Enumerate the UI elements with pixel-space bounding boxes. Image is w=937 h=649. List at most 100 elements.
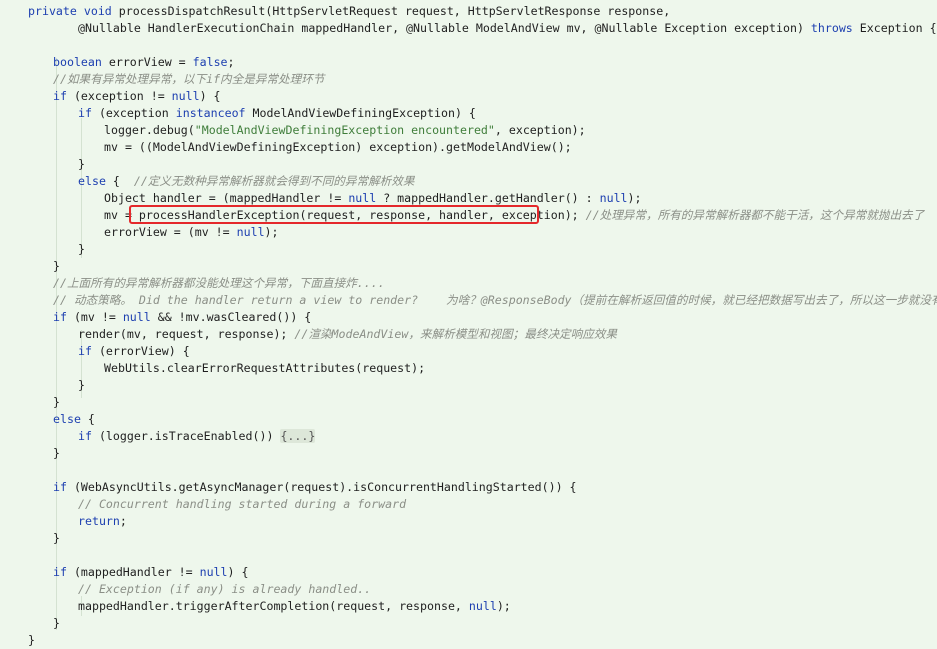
code-line: // 动态策略。 Did the handler return a view t…: [53, 292, 937, 309]
code-token: null: [468, 599, 497, 613]
code-token: if: [53, 89, 67, 103]
code-token: }: [53, 259, 60, 273]
code-line: return;: [78, 513, 127, 530]
code-token: // Exception (if any) is already handled…: [78, 582, 372, 596]
code-line: }: [28, 632, 35, 649]
code-token: && !mv.wasCleared()) {: [150, 310, 312, 324]
code-line: if (exception instanceof ModelAndViewDef…: [78, 105, 476, 122]
code-token: "ModelAndViewDefiningException encounter…: [194, 123, 495, 137]
code-token: {: [105, 174, 134, 188]
code-token: }: [78, 378, 85, 392]
code-line: }: [53, 445, 60, 462]
code-token: }: [78, 242, 85, 256]
code-editor[interactable]: private void processDispatchResult(HttpS…: [0, 0, 937, 649]
code-token: }: [53, 616, 60, 630]
code-token: else: [53, 412, 81, 426]
code-token: //渲染ModeAndView，来解析模型和视图；最终决定响应效果: [294, 327, 618, 341]
code-token: Exception {: [852, 21, 937, 35]
code-token: ModelAndViewDefiningException) {: [245, 106, 476, 120]
code-line: if (logger.isTraceEnabled()) {...}: [78, 428, 316, 445]
code-line: }: [78, 241, 85, 258]
code-line: if (WebAsyncUtils.getAsyncManager(reques…: [53, 479, 577, 496]
code-token: false: [192, 55, 228, 69]
code-token: //处理异常，所有的异常解析器都不能干活，这个异常就抛出去了: [585, 208, 925, 222]
code-token: processHandlerException(request, respons…: [138, 208, 579, 222]
code-token: , exception);: [494, 123, 586, 137]
code-token: if: [53, 565, 67, 579]
code-token: ;: [227, 55, 235, 69]
code-token: // Concurrent handling started during a …: [78, 497, 407, 511]
code-token: boolean: [53, 55, 102, 69]
code-token: // 动态策略。 Did the handler return a view t…: [53, 293, 937, 307]
code-line: }: [53, 258, 60, 275]
code-token: ? mappedHandler.getHandler() :: [376, 191, 600, 205]
code-token: render(mv, request, response);: [78, 327, 295, 341]
code-line: }: [53, 615, 60, 632]
code-token: mv =: [104, 208, 139, 222]
code-token: ) {: [227, 565, 249, 579]
code-line: WebUtils.clearErrorRequestAttributes(req…: [104, 360, 425, 377]
code-token: return: [78, 514, 120, 528]
code-token: null: [599, 191, 628, 205]
code-token: (logger.isTraceEnabled()): [91, 429, 281, 443]
code-line: @Nullable HandlerExecutionChain mappedHa…: [78, 20, 937, 37]
code-token: (mv !=: [66, 310, 123, 324]
code-token: ) {: [199, 89, 221, 103]
code-line: }: [78, 156, 85, 173]
code-token: throws: [810, 21, 853, 35]
code-token: null: [199, 565, 228, 579]
code-token: null: [171, 89, 200, 103]
code-token: );: [627, 191, 642, 205]
code-token: null: [236, 225, 265, 239]
code-token: private: [28, 4, 77, 18]
code-line: mv = ((ModelAndViewDefiningException) ex…: [104, 139, 572, 156]
code-line: // Concurrent handling started during a …: [78, 496, 406, 513]
code-token: if: [53, 480, 67, 494]
code-token: //定义无数种异常解析器就会得到不同的异常解析效果: [133, 174, 415, 188]
code-fold-button[interactable]: {...}: [280, 429, 316, 443]
code-token: if: [78, 344, 92, 358]
code-token: WebUtils.clearErrorRequestAttributes(req…: [104, 361, 426, 375]
code-token: ;: [119, 514, 127, 528]
code-line: private void processDispatchResult(HttpS…: [28, 3, 670, 20]
code-line: // Exception (if any) is already handled…: [78, 581, 371, 598]
code-line: }: [53, 394, 60, 411]
code-token: (WebAsyncUtils.getAsyncManager(request).…: [66, 480, 577, 494]
code-token: (exception: [91, 106, 176, 120]
code-line: }: [78, 377, 85, 394]
code-token: (errorView) {: [91, 344, 190, 358]
code-line: render(mv, request, response); //渲染ModeA…: [78, 326, 617, 343]
code-line: if (exception != null) {: [53, 88, 221, 105]
code-token: processDispatchResult(HttpServletRequest…: [111, 4, 671, 18]
code-token: }: [28, 633, 35, 647]
code-line: }: [53, 530, 60, 547]
code-line: Object handler = (mappedHandler != null …: [104, 190, 642, 207]
code-line: //上面所有的异常解析器都没能处理这个异常，下面直接炸....: [53, 275, 385, 292]
code-line: boolean errorView = false;: [53, 54, 235, 71]
code-token: else: [78, 174, 106, 188]
code-line: //如果有异常处理异常，以下if内全是异常处理环节: [53, 71, 324, 88]
code-token: errorView =: [101, 55, 193, 69]
code-token: (mappedHandler !=: [66, 565, 200, 579]
code-token: );: [496, 599, 511, 613]
code-token: if: [53, 310, 67, 324]
code-token: mv = ((ModelAndViewDefiningException) ex…: [104, 140, 572, 154]
code-token: if: [78, 429, 92, 443]
code-token: void: [83, 4, 112, 18]
code-token: Object handler = (mappedHandler !=: [104, 191, 349, 205]
code-line: mappedHandler.triggerAfterCompletion(req…: [78, 598, 511, 615]
code-line: logger.debug("ModelAndViewDefiningExcept…: [104, 122, 586, 139]
code-token: instanceof: [175, 106, 246, 120]
code-token: );: [264, 225, 279, 239]
code-token: @Nullable HandlerExecutionChain mappedHa…: [78, 21, 811, 35]
code-line: else { //定义无数种异常解析器就会得到不同的异常解析效果: [78, 173, 414, 190]
code-token: }: [53, 395, 60, 409]
code-token: (exception !=: [66, 89, 172, 103]
code-line: if (mv != null && !mv.wasCleared()) {: [53, 309, 311, 326]
code-token: null: [122, 310, 151, 324]
code-token: }: [53, 446, 60, 460]
code-token: errorView = (mv !=: [104, 225, 237, 239]
code-token: }: [53, 531, 60, 545]
code-line: mv = processHandlerException(request, re…: [104, 207, 924, 224]
